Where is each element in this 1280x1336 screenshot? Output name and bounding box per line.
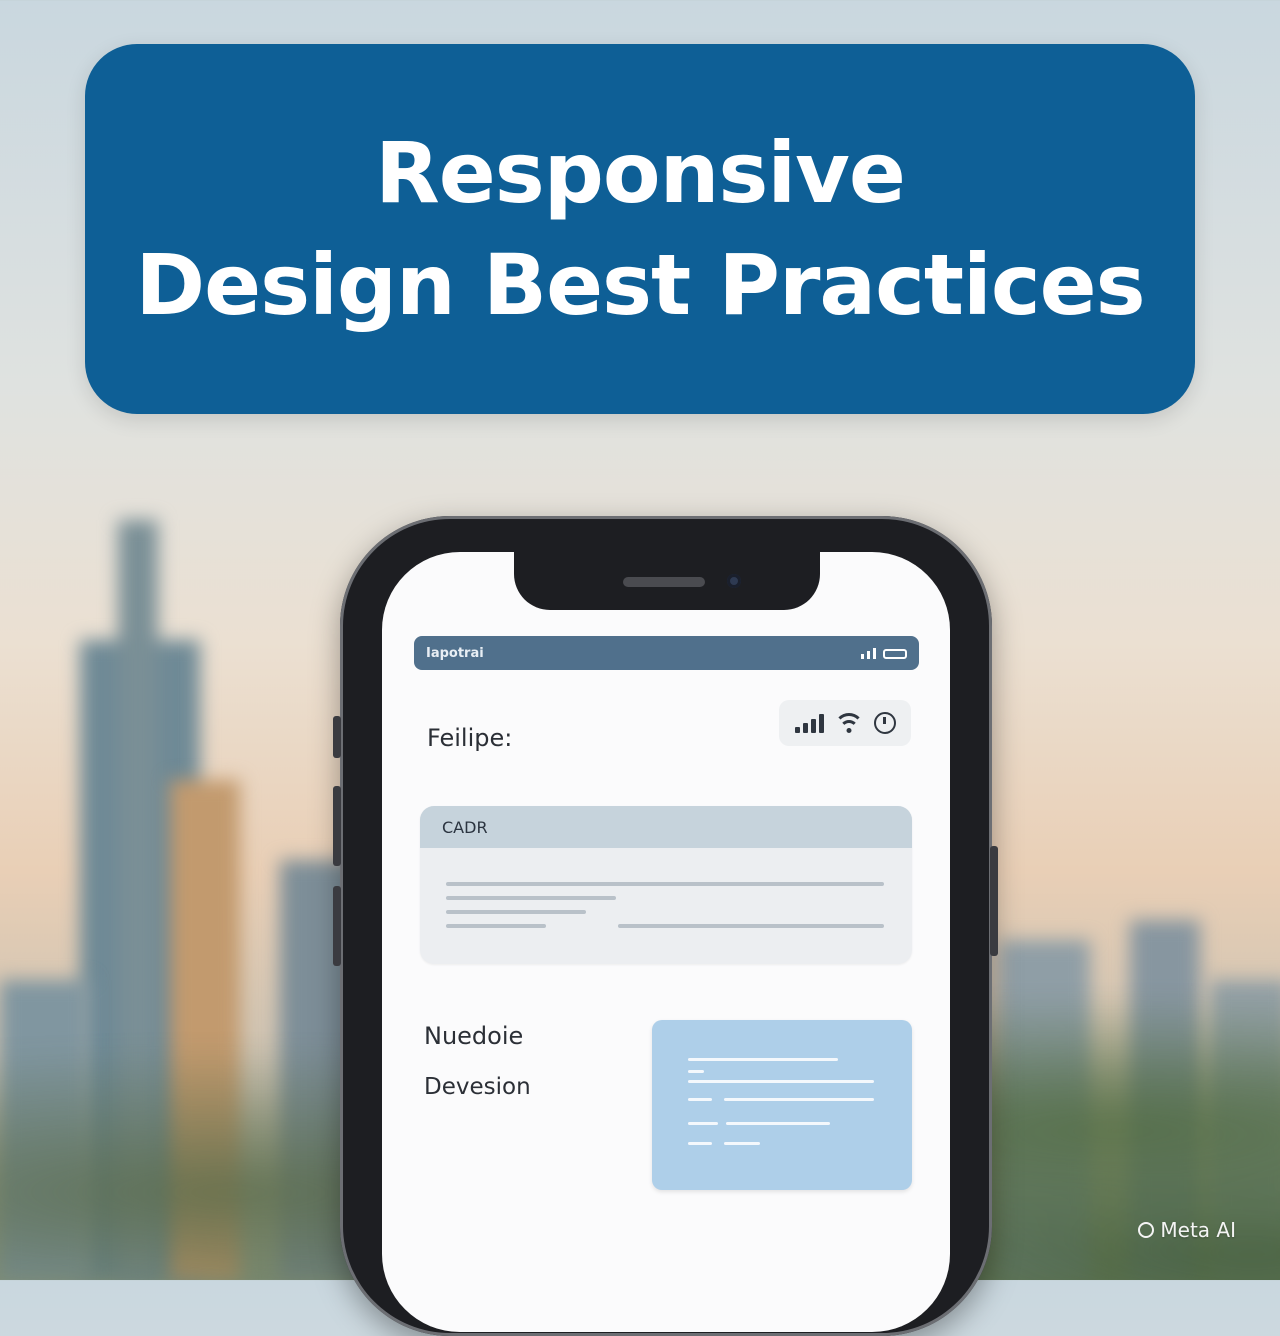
signal-bar <box>873 647 876 659</box>
placeholder-line <box>724 1098 874 1101</box>
speaker-grille <box>623 577 705 587</box>
status-bar-icons <box>861 647 907 659</box>
placeholder-line <box>724 1142 760 1145</box>
signal-bar <box>867 650 870 659</box>
clock-icon <box>873 712 896 734</box>
placeholder-line <box>688 1098 712 1101</box>
mute-switch <box>333 716 341 758</box>
blue-info-card[interactable] <box>652 1020 912 1190</box>
placeholder-line <box>446 910 586 914</box>
placeholder-line <box>688 1080 874 1083</box>
placeholder-line <box>446 896 616 900</box>
content-card[interactable]: CADR <box>420 806 912 964</box>
placeholder-line <box>688 1122 718 1125</box>
signal-icon <box>794 713 824 733</box>
status-bar-label: Iapotrai <box>426 645 484 661</box>
phone-screen: Iapotrai Feilipe: CADR Nuedoie Devesion <box>382 552 950 1332</box>
title-banner: Responsive Design Best Practices <box>85 44 1195 414</box>
volume-up-button <box>333 786 341 866</box>
status-icon-group[interactable] <box>779 700 911 746</box>
placeholder-line <box>446 924 546 928</box>
wifi-icon <box>833 713 864 733</box>
side-label-2: Devesion <box>424 1074 531 1100</box>
volume-down-button <box>333 886 341 966</box>
phone-mockup: Iapotrai Feilipe: CADR Nuedoie Devesion <box>333 516 998 1336</box>
battery-icon <box>883 648 907 659</box>
meta-ai-logo-icon <box>1138 1222 1155 1238</box>
power-button <box>990 846 998 956</box>
camera-icon <box>727 574 741 588</box>
placeholder-line <box>688 1142 712 1145</box>
watermark-text: Meta AI <box>1160 1218 1236 1242</box>
signal-icon <box>861 653 864 659</box>
card-title: CADR <box>442 817 488 837</box>
title-line-2: Design Best Practices <box>135 236 1145 334</box>
placeholder-line <box>688 1058 838 1061</box>
placeholder-line <box>688 1070 704 1073</box>
field-label: Feilipe: <box>427 724 513 752</box>
app-status-bar: Iapotrai <box>414 636 919 670</box>
title-line-1: Responsive <box>375 124 906 222</box>
placeholder-line <box>446 882 884 886</box>
watermark: Meta AI <box>1138 1218 1236 1242</box>
notch <box>514 552 820 610</box>
card-header: CADR <box>420 806 912 848</box>
side-label-1: Nuedoie <box>424 1022 524 1050</box>
placeholder-line <box>618 924 884 928</box>
placeholder-line <box>726 1122 830 1125</box>
